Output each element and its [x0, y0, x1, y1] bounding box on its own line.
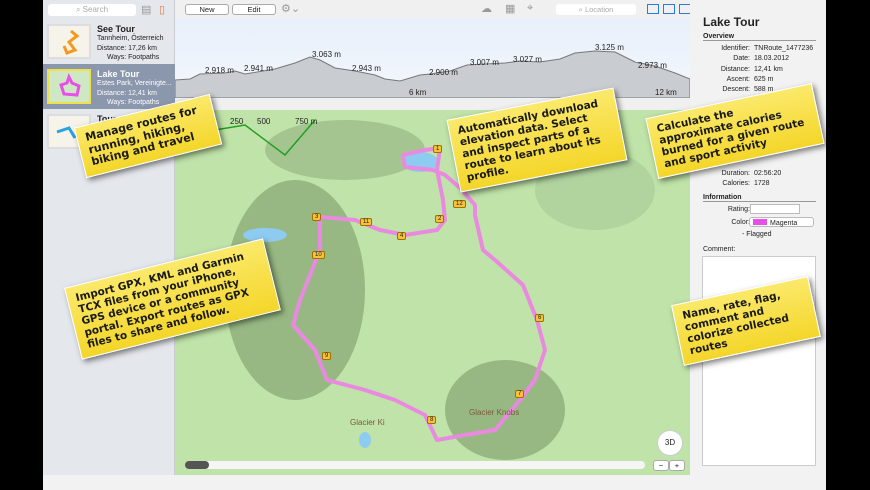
color-swatch	[753, 219, 767, 225]
route-thumbnail	[47, 24, 91, 59]
elevation-profile[interactable]: 2.918 m 2.941 m 3.063 m 2.943 m 2.900 m …	[174, 18, 691, 99]
elevation-chart	[174, 50, 691, 99]
flagged-checkbox[interactable]: - Flagged	[742, 231, 772, 238]
waypoint-marker[interactable]: 1	[433, 145, 443, 153]
3d-compass-button[interactable]: 3D	[657, 430, 683, 456]
route-item-selected[interactable]: Lake Tour Estes Park, Vereinigte... Dist…	[43, 64, 175, 109]
waypoint-marker[interactable]: 6	[535, 314, 545, 322]
waypoint-marker[interactable]: 10	[312, 251, 325, 259]
edit-button[interactable]: Edit	[232, 4, 276, 15]
inspector-panel: Lake Tour Overview Identifier: TNRoute_14…	[690, 0, 826, 475]
toggle-sidebar-icon[interactable]	[647, 4, 659, 14]
filter-icon[interactable]: ▤	[141, 3, 151, 16]
phone-icon[interactable]: ▯	[159, 3, 165, 16]
waypoint-marker[interactable]: 9	[322, 352, 332, 360]
waypoint-marker[interactable]: 12	[453, 200, 466, 208]
zoom-out-button[interactable]: −	[653, 460, 669, 471]
waypoint-marker[interactable]: 8	[427, 416, 437, 424]
color-select[interactable]: Magenta	[749, 217, 814, 227]
zoom-in-button[interactable]: +	[669, 460, 685, 471]
toggle-profile-icon[interactable]	[663, 4, 675, 14]
location-search-input[interactable]: ⌕ Location	[556, 4, 636, 15]
pin-icon[interactable]: ⌖	[527, 2, 533, 15]
cloud-icon[interactable]: ☁	[481, 2, 492, 15]
inspector-title: Lake Tour	[703, 15, 760, 29]
route-sidebar: ⌕ Search ▤ ▯ See Tour Tannheim, Österrei…	[43, 0, 175, 475]
waypoint-marker[interactable]: 11	[360, 218, 373, 226]
main-area: New Edit ⚙⌄ ☁ ▦ ⌖ ⌕ Location 2.918 m 2.9…	[174, 0, 691, 475]
gear-icon[interactable]: ⚙⌄	[281, 2, 300, 15]
map-scrollbar[interactable]	[185, 461, 645, 469]
search-icon: ⌕	[75, 5, 83, 14]
route-item[interactable]: See Tour Tannheim, Österreich Distance: …	[43, 19, 175, 64]
map-icon[interactable]: ▦	[505, 2, 515, 15]
waypoint-marker[interactable]: 2	[435, 215, 445, 223]
waypoint-marker[interactable]: 4	[397, 232, 407, 240]
waypoint-marker[interactable]: 7	[515, 390, 525, 398]
scrollbar-thumb[interactable]	[185, 461, 209, 469]
rating-field[interactable]	[750, 204, 800, 214]
waypoint-marker[interactable]: 3	[312, 213, 322, 221]
route-thumbnail	[47, 69, 91, 104]
search-input[interactable]: ⌕ Search	[48, 4, 136, 16]
status-bar	[43, 475, 826, 490]
new-button[interactable]: New	[185, 4, 229, 15]
